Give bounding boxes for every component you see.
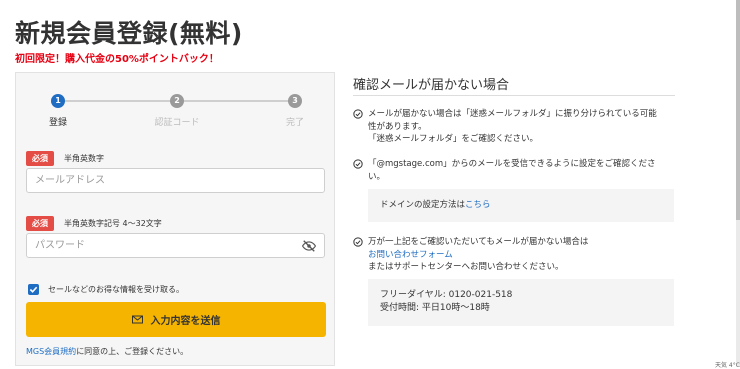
- help-item-spam-folder: メールが届かない場合は「迷惑メールフォルダ」に振り分けられている可能 性がありま…: [353, 108, 675, 146]
- help-item-domain: 「@mgstage.com」からのメールを受信できるように設定をご確認くださ い…: [353, 158, 675, 183]
- step-2-indicator: 2: [170, 94, 184, 108]
- help-item-1-line2: 性があります。: [368, 121, 427, 132]
- domain-settings-box: ドメインの設定方法はこちら: [368, 189, 674, 222]
- check-circle-icon: [353, 159, 363, 169]
- domain-settings-text: ドメインの設定方法は: [380, 200, 466, 210]
- help-title: 確認メールが届かない場合: [353, 78, 510, 93]
- newsletter-label: セールなどのお得な情報を受け取る。: [48, 285, 184, 294]
- email-field[interactable]: メールアドレス: [26, 168, 325, 193]
- taskbar-weather: 天気 4°C: [715, 362, 740, 369]
- step-3-label: 完了: [285, 118, 305, 128]
- newsletter-checkbox[interactable]: [28, 284, 39, 295]
- promo-banner: 初回限定！購入代金の50%ポイントバック！: [15, 54, 219, 65]
- page-title: 新規会員登録(無料): [15, 19, 243, 48]
- submit-button[interactable]: 入力内容を送信: [26, 302, 326, 337]
- help-item-1-line3: 「迷惑メールフォルダ」をご確認ください。: [368, 134, 539, 144]
- password-required-badge: 必須: [26, 216, 54, 231]
- phone-label: フリーダイヤル: 0120-021-518: [380, 290, 513, 300]
- terms-notice: MGS会員規約に同意の上、ご登録ください。: [26, 346, 188, 357]
- step-1-indicator: 1: [51, 94, 65, 108]
- terms-link[interactable]: MGS会員規約: [26, 347, 76, 356]
- password-placeholder: パスワード: [35, 240, 85, 251]
- help-item-contact: 万が一上記をご確認いただいてもメールが届かない場合は お問い合わせフォーム また…: [353, 236, 675, 274]
- step-1-label: 登録: [48, 118, 68, 128]
- mail-icon: [131, 315, 143, 324]
- help-item-2-line1: 「@mgstage.com」からのメールを受信できるように設定をご確認くださ: [368, 159, 656, 169]
- help-item-3-line1: 万が一上記をご確認いただいてもメールが届かない場合は: [368, 237, 589, 247]
- help-item-3-line3: またはサポートセンターへお問い合わせください。: [368, 262, 564, 272]
- email-placeholder: メールアドレス: [35, 175, 105, 186]
- email-hint: 半角英数字: [64, 154, 104, 163]
- support-center-box: フリーダイヤル: 0120-021-518 受付時間: 平日10時〜18時: [368, 279, 674, 326]
- check-circle-icon: [353, 109, 363, 119]
- step-2-label: 認証コード: [154, 118, 200, 128]
- eye-slash-icon[interactable]: [301, 239, 317, 253]
- help-item-1-line1: メールが届かない場合は「迷惑メールフォルダ」に振り分けられている可能: [368, 109, 657, 119]
- step-connector: [177, 100, 295, 102]
- check-circle-icon: [353, 237, 363, 247]
- email-required-badge: 必須: [26, 151, 54, 166]
- hours-label: 受付時間: 平日10時〜18時: [380, 303, 490, 313]
- step-3-indicator: 3: [288, 94, 302, 108]
- help-divider: [353, 95, 675, 96]
- password-hint: 半角英数字記号 4〜32文字: [64, 219, 162, 228]
- help-item-2-line2: い。: [368, 171, 386, 182]
- submit-label: 入力内容を送信: [150, 316, 221, 327]
- terms-text: に同意の上、ご登録ください。: [76, 347, 189, 356]
- domain-settings-link[interactable]: こちら: [465, 200, 491, 210]
- registration-form: 1 2 3 登録 認証コード 完了 必須 半角英数字 メールアドレス 必須 半角…: [15, 72, 335, 366]
- contact-form-link[interactable]: お問い合わせフォーム: [368, 250, 453, 260]
- password-field[interactable]: パスワード: [26, 233, 325, 258]
- scrollbar-thumb[interactable]: [736, 0, 740, 220]
- step-connector: [58, 100, 176, 102]
